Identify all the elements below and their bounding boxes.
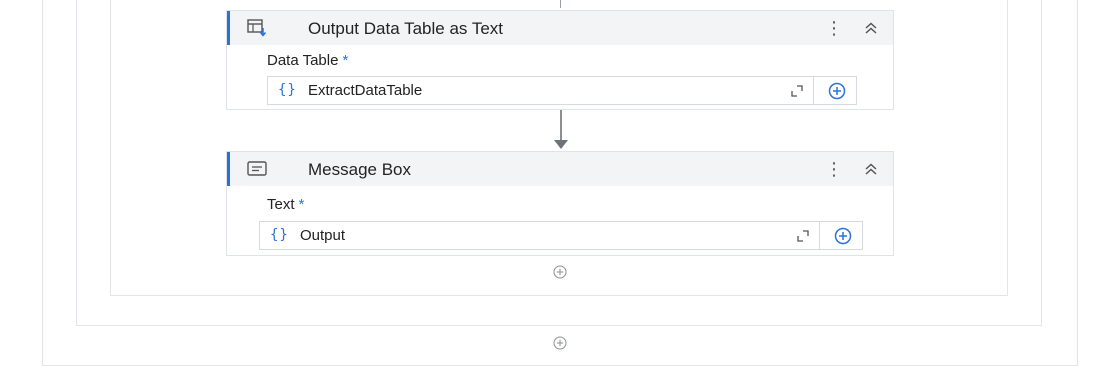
activity-title: Output Data Table as Text (308, 19, 503, 38)
property-label: Text * (267, 196, 304, 213)
text-field[interactable]: {} Output (259, 221, 863, 250)
expand-editor-icon[interactable] (796, 229, 810, 243)
property-label-text: Text (267, 196, 295, 213)
more-options-icon[interactable]: ⋮ (825, 156, 843, 182)
message-box-activity[interactable]: Message Box ⋮ Text * {} Output (226, 151, 894, 256)
activity-title: Message Box (308, 160, 411, 179)
data-table-field[interactable]: {} ExtractDataTable (267, 76, 857, 105)
required-marker: * (342, 52, 349, 69)
top-connector-line (560, 0, 561, 8)
activity-header[interactable]: Message Box ⋮ (227, 152, 893, 186)
expand-editor-icon[interactable] (790, 84, 804, 98)
sequence-arrow (552, 110, 570, 152)
add-activity-icon[interactable] (553, 265, 567, 279)
field-value[interactable]: ExtractDataTable (308, 82, 422, 99)
field-divider (819, 221, 820, 250)
property-label-text: Data Table (267, 52, 339, 69)
add-activity-icon[interactable] (553, 336, 567, 350)
add-variable-icon[interactable] (828, 82, 846, 100)
required-marker: * (298, 196, 305, 213)
expression-icon: {} (270, 227, 289, 243)
output-data-table-activity[interactable]: Output Data Table as Text ⋮ Data Table * … (226, 10, 894, 110)
collapse-icon[interactable] (861, 19, 881, 37)
field-divider (813, 76, 814, 105)
collapse-icon[interactable] (861, 160, 881, 178)
field-value[interactable]: Output (300, 227, 345, 244)
property-label: Data Table * (267, 52, 348, 69)
expression-icon: {} (278, 82, 297, 98)
message-box-icon (247, 161, 267, 176)
add-variable-icon[interactable] (834, 227, 852, 245)
output-data-table-icon (247, 19, 267, 37)
more-options-icon[interactable]: ⋮ (825, 15, 843, 41)
activity-header[interactable]: Output Data Table as Text ⋮ (227, 11, 893, 45)
